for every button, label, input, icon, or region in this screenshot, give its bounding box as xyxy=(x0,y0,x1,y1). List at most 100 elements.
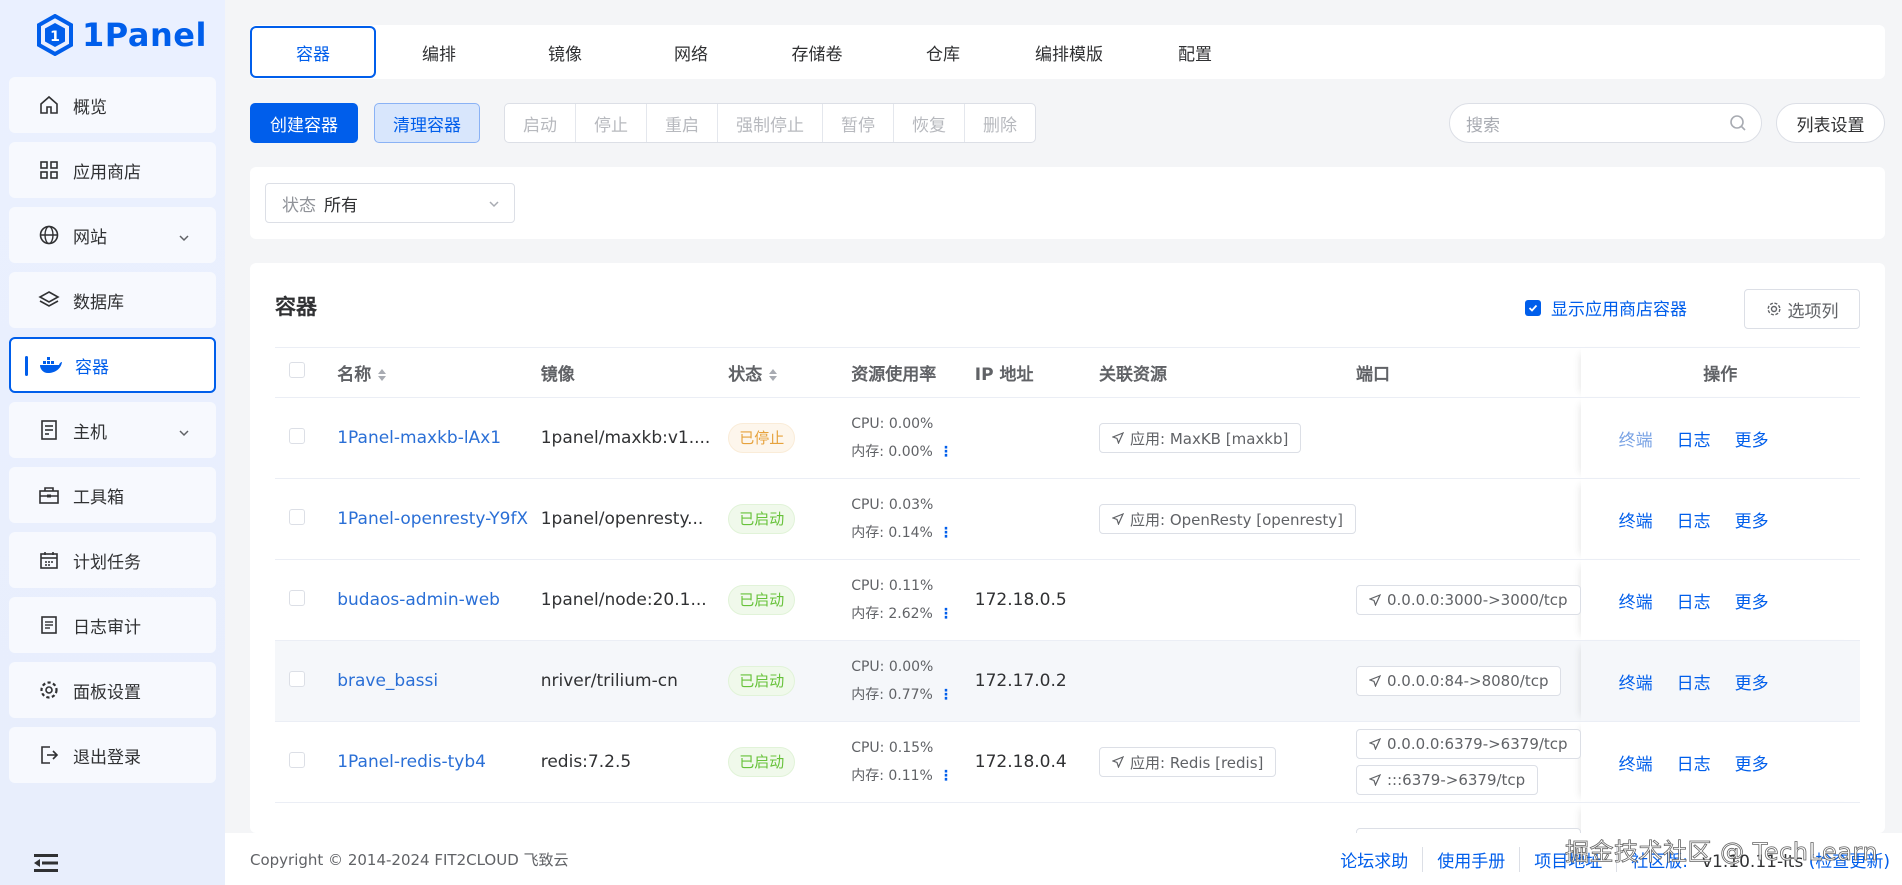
search-icon[interactable] xyxy=(1729,114,1747,132)
tab-0[interactable]: 容器 xyxy=(250,26,376,78)
related-resource-tag[interactable]: 应用: OpenResty [openresty] xyxy=(1099,504,1356,534)
footer-link-1[interactable]: 使用手册 xyxy=(1423,847,1521,872)
port-tag[interactable]: 0.0.0.0:6379->6379/tcp xyxy=(1356,729,1581,759)
batch-action-button-0[interactable]: 启动 xyxy=(505,104,576,142)
table-row[interactable]: budaos-admin-web 1panel/node:20.1... 已启动 CP… xyxy=(275,559,1860,641)
row-checkbox[interactable] xyxy=(289,751,305,768)
container-name-link[interactable]: budaos-admin-web xyxy=(337,590,500,610)
tab-4[interactable]: 存储卷 xyxy=(754,26,880,78)
related-cell xyxy=(1099,640,1356,722)
sidebar-item-5[interactable]: 主机 xyxy=(9,402,216,458)
row-checkbox[interactable] xyxy=(289,670,305,687)
clean-container-button[interactable]: 清理容器 xyxy=(374,103,480,143)
navigation-icon xyxy=(1112,756,1125,768)
sidebar-item-0[interactable]: 概览 xyxy=(9,77,216,133)
header-ops: 操作 xyxy=(1580,347,1860,398)
related-resource-tag[interactable]: 应用: MaxKB [maxkb] xyxy=(1099,423,1302,453)
port-label: 0.0.0.0:84->8080/tcp xyxy=(1387,672,1549,690)
more-vertical-icon[interactable]: ⋮ xyxy=(939,606,953,622)
check-update-link[interactable]: (检查更新) xyxy=(1809,852,1890,872)
batch-action-button-3[interactable]: 强制停止 xyxy=(718,104,823,142)
sort-icon[interactable] xyxy=(768,368,778,382)
sort-icon[interactable] xyxy=(377,368,387,382)
row-checkbox[interactable] xyxy=(289,589,305,606)
footer-link-0[interactable]: 论坛求助 xyxy=(1326,847,1424,872)
more-vertical-icon[interactable]: ⋮ xyxy=(939,768,953,784)
batch-action-button-1[interactable]: 停止 xyxy=(576,104,647,142)
tab-1[interactable]: 编排 xyxy=(376,26,502,78)
tab-2[interactable]: 镜像 xyxy=(502,26,628,78)
sidebar-item-4[interactable]: 容器 xyxy=(9,337,216,393)
copyright: Copyright © 2014-2024 FIT2CLOUD 飞致云 xyxy=(250,851,569,869)
table-row[interactable]: 1Panel-openresty-Y9fX 1panel/openresty...… xyxy=(275,478,1860,560)
port-tag[interactable]: 0.0.0.0:3000->3000/tcp xyxy=(1356,585,1581,615)
logo[interactable]: 1 1Panel xyxy=(36,12,207,58)
terminal-link[interactable]: 终端 xyxy=(1619,431,1653,451)
sidebar-item-8[interactable]: 日志审计 xyxy=(9,597,216,653)
header-name[interactable]: 名称 xyxy=(337,347,541,398)
tab-7[interactable]: 配置 xyxy=(1132,26,1258,78)
port-tag[interactable]: :::6379->6379/tcp xyxy=(1356,765,1539,795)
toolbar: 创建容器 清理容器 xyxy=(250,103,480,143)
more-link[interactable]: 更多 xyxy=(1735,431,1769,451)
list-settings-button[interactable]: 列表设置 xyxy=(1776,103,1885,143)
log-link[interactable]: 日志 xyxy=(1677,674,1711,694)
search-placeholder: 搜索 xyxy=(1466,115,1500,136)
batch-action-button-6[interactable]: 删除 xyxy=(965,104,1035,142)
batch-action-button-2[interactable]: 重启 xyxy=(647,104,718,142)
port-label: 0.0.0.0:3000->3000/tcp xyxy=(1387,591,1568,609)
more-link[interactable]: 更多 xyxy=(1735,512,1769,532)
sidebar-item-3[interactable]: 数据库 xyxy=(9,272,216,328)
row-checkbox[interactable] xyxy=(289,427,305,444)
batch-action-button-4[interactable]: 暂停 xyxy=(823,104,894,142)
more-vertical-icon[interactable]: ⋮ xyxy=(939,444,953,460)
sidebar-item-7[interactable]: 计划任务 xyxy=(9,532,216,588)
sidebar-item-2[interactable]: 网站 xyxy=(9,207,216,263)
table-row[interactable]: 1Panel-maxkb-lAx1 1panel/maxkb:v1.... 已停止 C… xyxy=(275,397,1860,479)
log-link[interactable]: 日志 xyxy=(1677,755,1711,775)
status-filter-select[interactable]: 状态 所有 xyxy=(265,183,515,223)
log-link[interactable]: 日志 xyxy=(1677,512,1711,532)
table-row[interactable]: brave_bassi nriver/trilium-cn 已启动 CPU: 0.00… xyxy=(275,640,1860,722)
mem-usage-line: 内存: 0.14% ⋮ xyxy=(851,519,975,547)
batch-action-button-5[interactable]: 恢复 xyxy=(894,104,965,142)
create-container-button[interactable]: 创建容器 xyxy=(250,103,358,143)
table-row[interactable]: 0.0.0.0:3306->3306/tcp xyxy=(275,802,1860,833)
log-link[interactable]: 日志 xyxy=(1677,593,1711,613)
container-name-link[interactable]: brave_bassi xyxy=(337,671,438,691)
table-row[interactable]: 1Panel-redis-tyb4 redis:7.2.5 已启动 CPU: 0.15… xyxy=(275,721,1860,803)
terminal-link[interactable]: 终端 xyxy=(1619,755,1653,775)
more-link[interactable]: 更多 xyxy=(1735,755,1769,775)
related-resource-tag[interactable]: 应用: Redis [redis] xyxy=(1099,747,1277,777)
tab-5[interactable]: 仓库 xyxy=(880,26,1006,78)
header-status[interactable]: 状态 xyxy=(728,347,852,398)
row-checkbox[interactable] xyxy=(289,508,305,525)
tab-6[interactable]: 编排模版 xyxy=(1006,26,1132,78)
footer-link-2[interactable]: 项目地址 xyxy=(1520,847,1618,872)
sidebar-item-1[interactable]: 应用商店 xyxy=(9,142,216,198)
column-options-button[interactable]: 选项列 xyxy=(1744,289,1860,329)
more-link[interactable]: 更多 xyxy=(1735,593,1769,613)
log-link[interactable]: 日志 xyxy=(1677,431,1711,451)
more-vertical-icon[interactable]: ⋮ xyxy=(939,525,953,541)
terminal-link[interactable]: 终端 xyxy=(1619,512,1653,532)
name-cell: budaos-admin-web xyxy=(337,559,541,641)
container-name-link[interactable]: 1Panel-openresty-Y9fX xyxy=(337,509,528,529)
terminal-link[interactable]: 终端 xyxy=(1619,674,1653,694)
more-vertical-icon[interactable]: ⋮ xyxy=(939,687,953,703)
port-tag[interactable]: 0.0.0.0:84->8080/tcp xyxy=(1356,666,1562,696)
search-input[interactable]: 搜索 xyxy=(1449,103,1762,143)
sidebar-item-6[interactable]: 工具箱 xyxy=(9,467,216,523)
sidebar-item-9[interactable]: 面板设置 xyxy=(9,662,216,718)
version-info: v1.10.11-lts (检查更新) xyxy=(1702,847,1890,872)
sidebar-item-10[interactable]: 退出登录 xyxy=(9,727,216,783)
container-name-link[interactable]: 1Panel-maxkb-lAx1 xyxy=(337,428,501,448)
header-select-all[interactable] xyxy=(275,347,338,398)
container-name-link[interactable]: 1Panel-redis-tyb4 xyxy=(337,752,486,772)
collapse-menu-icon[interactable] xyxy=(34,852,58,874)
terminal-link[interactable]: 终端 xyxy=(1619,593,1653,613)
tab-3[interactable]: 网络 xyxy=(628,26,754,78)
mem-usage-line: 内存: 0.77% ⋮ xyxy=(851,681,975,709)
show-store-containers-checkbox[interactable]: 显示应用商店容器 xyxy=(1525,295,1687,320)
more-link[interactable]: 更多 xyxy=(1735,674,1769,694)
